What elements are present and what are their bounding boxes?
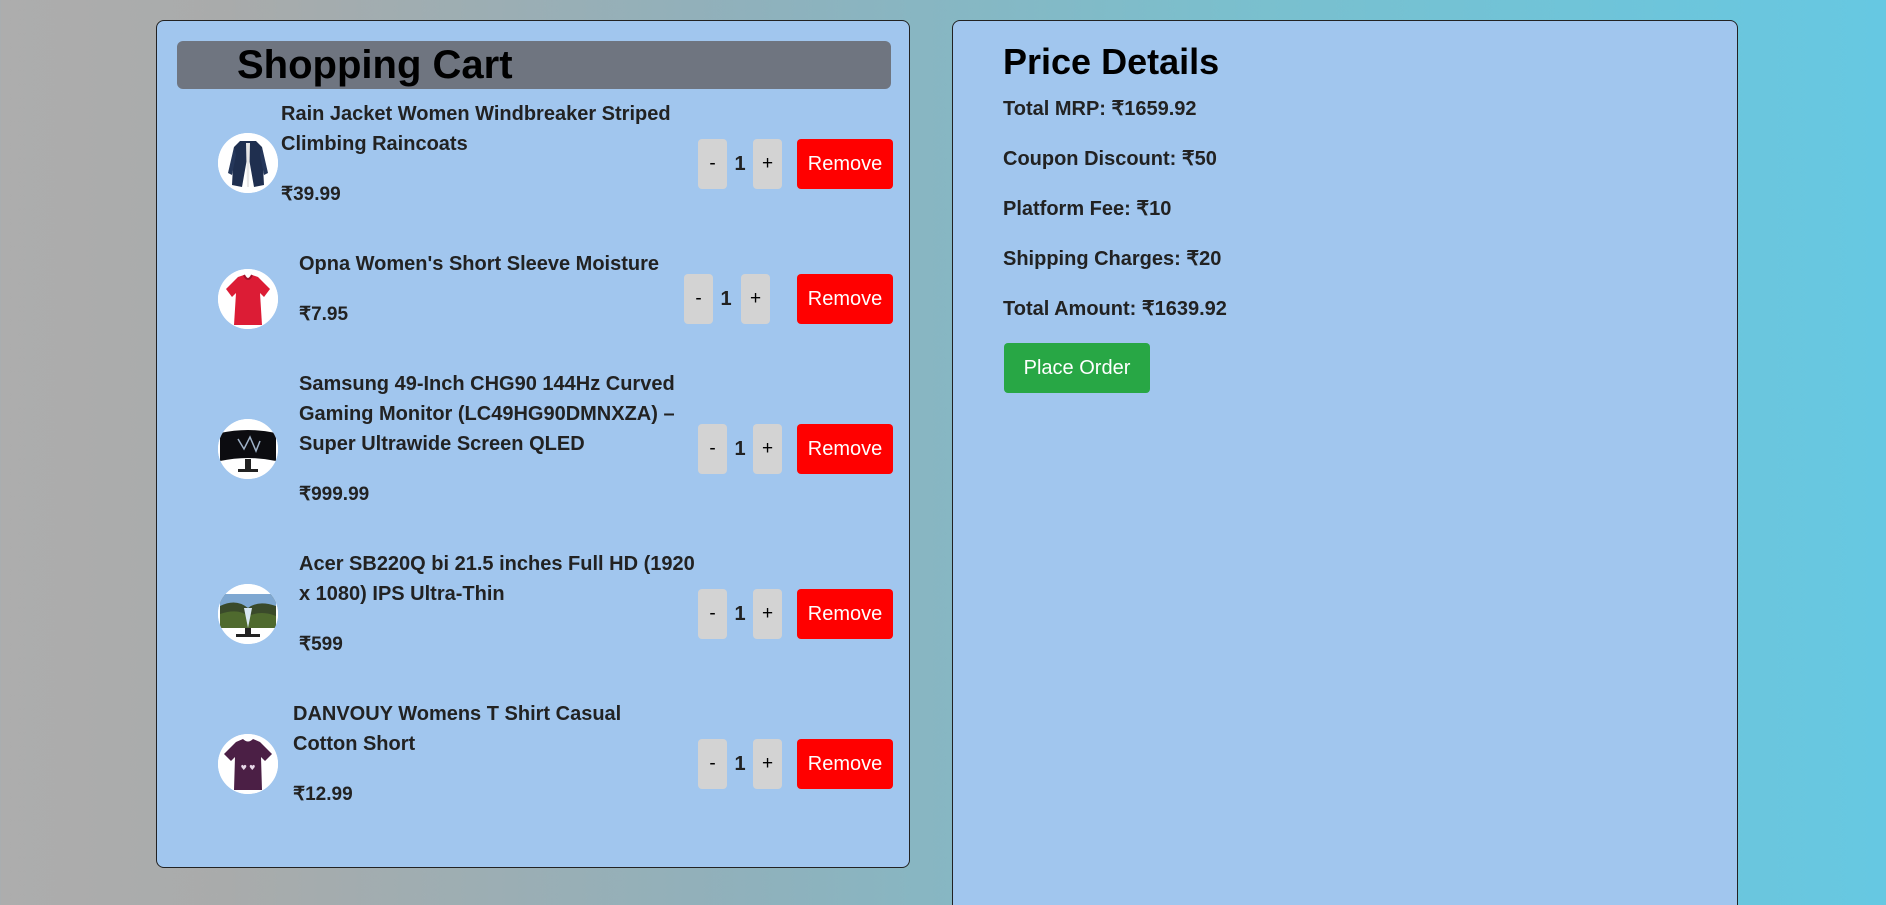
svg-text:♥ ♥: ♥ ♥	[241, 764, 256, 772]
red-shirt-thumbnail	[218, 269, 278, 329]
item-price: ₹12.99	[293, 784, 353, 805]
quantity-decrease-button[interactable]: -	[698, 139, 727, 189]
item-price: ₹39.99	[281, 184, 341, 205]
quantity-increase-button[interactable]: +	[753, 739, 782, 789]
quantity-value: 1	[734, 152, 746, 175]
item-price: ₹999.99	[299, 484, 370, 505]
quantity-increase-button[interactable]: +	[753, 589, 782, 639]
quantity-decrease-button[interactable]: -	[698, 739, 727, 789]
cart-header: Shopping Cart	[177, 41, 891, 89]
jacket-thumbnail	[218, 133, 278, 193]
total-amount: Total Amount: ₹1639.92	[1003, 298, 1227, 320]
remove-button[interactable]: Remove	[797, 274, 893, 324]
quantity-increase-button[interactable]: +	[753, 139, 782, 189]
item-name: Opna Women's Short Sleeve Moisture	[299, 253, 660, 275]
remove-button[interactable]: Remove	[797, 589, 893, 639]
item-name: Rain Jacket Women Windbreaker Striped Cl…	[281, 103, 671, 155]
remove-button[interactable]: Remove	[797, 739, 893, 789]
total-mrp: Total MRP: ₹1659.92	[1003, 98, 1197, 120]
quantity-value: 1	[734, 752, 746, 775]
item-price: ₹7.95	[299, 304, 349, 325]
remove-button[interactable]: Remove	[797, 139, 893, 189]
cart-title: Shopping Cart	[237, 43, 513, 87]
quantity-increase-button[interactable]: +	[753, 424, 782, 474]
shipping-charges: Shipping Charges: ₹20	[1003, 248, 1222, 270]
coupon-discount: Coupon Discount: ₹50	[1003, 148, 1217, 170]
quantity-value: 1	[734, 437, 746, 460]
item-name: Acer SB220Q bi 21.5 inches Full HD (1920…	[299, 553, 695, 605]
place-order-button[interactable]: Place Order	[1004, 343, 1150, 393]
quantity-increase-button[interactable]: +	[741, 274, 770, 324]
quantity-decrease-button[interactable]: -	[698, 589, 727, 639]
remove-button[interactable]: Remove	[797, 424, 893, 474]
monitor-thumbnail	[218, 584, 278, 644]
platform-fee: Platform Fee: ₹10	[1003, 198, 1172, 220]
item-price: ₹599	[299, 634, 343, 655]
purple-tshirt-thumbnail: ♥ ♥	[218, 734, 278, 794]
quantity-value: 1	[734, 602, 746, 625]
quantity-decrease-button[interactable]: -	[684, 274, 713, 324]
item-name: Samsung 49-Inch CHG90 144Hz Curved Gamin…	[299, 373, 675, 455]
shopping-cart-panel: Shopping Cart Rain Jacket Women Windbrea…	[156, 20, 910, 868]
price-details-title: Price Details	[1003, 41, 1220, 82]
curved-monitor-thumbnail	[218, 419, 278, 479]
quantity-value: 1	[720, 287, 732, 310]
price-details-panel: Price Details Total MRP: ₹1659.92 Coupon…	[952, 20, 1738, 905]
item-name: DANVOUY Womens T Shirt Casual Cotton Sho…	[293, 703, 622, 755]
quantity-decrease-button[interactable]: -	[698, 424, 727, 474]
